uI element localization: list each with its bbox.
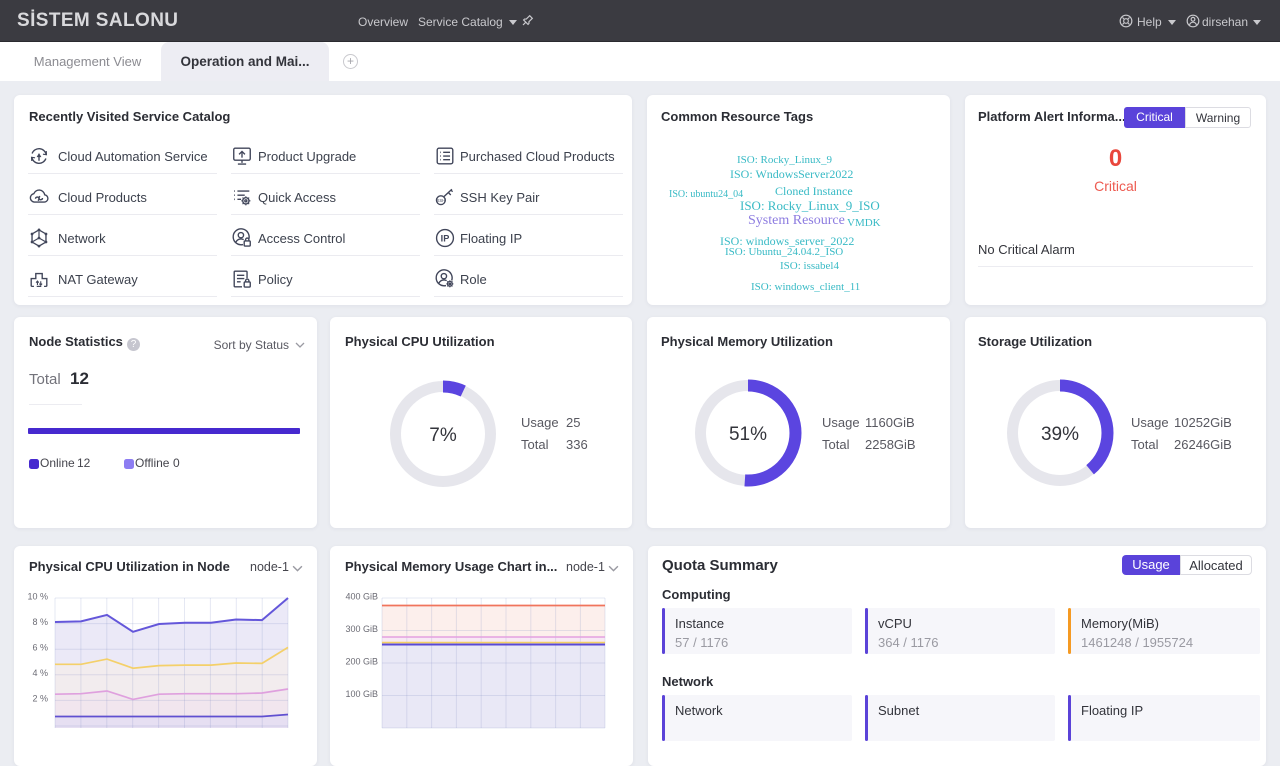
svg-text:300 GiB: 300 GiB	[345, 624, 378, 634]
svg-text:4 %: 4 %	[32, 668, 48, 678]
svg-text:2 %: 2 %	[32, 694, 48, 704]
svg-text:200 GiB: 200 GiB	[345, 657, 378, 667]
svg-text:10 %: 10 %	[27, 592, 48, 602]
svg-text:51%: 51%	[729, 424, 767, 445]
svg-text:7%: 7%	[429, 425, 457, 446]
svg-text:6 %: 6 %	[32, 643, 48, 653]
svg-text:400 GiB: 400 GiB	[345, 592, 378, 602]
svg-text:39%: 39%	[1041, 424, 1079, 445]
svg-text:8 %: 8 %	[32, 617, 48, 627]
svg-text:IP: IP	[441, 233, 450, 243]
svg-text:SSH: SSH	[437, 198, 445, 203]
svg-text:100 GiB: 100 GiB	[345, 689, 378, 699]
